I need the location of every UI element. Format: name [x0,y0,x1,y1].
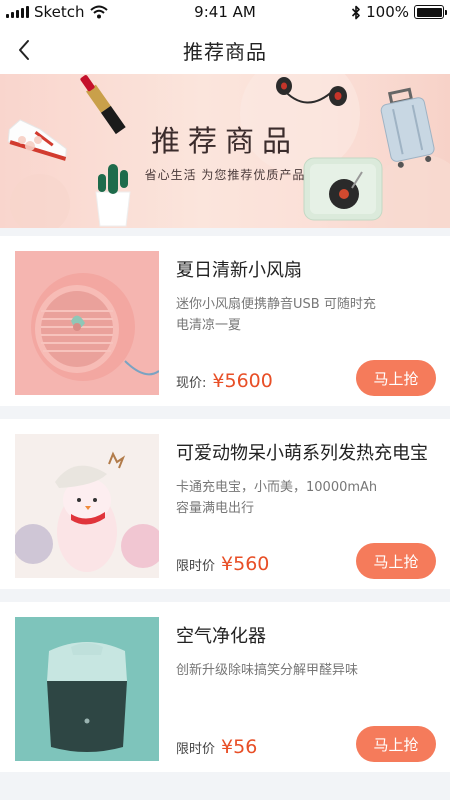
battery-icon [414,5,447,19]
status-right: 100% [351,3,447,21]
buy-now-button[interactable]: 马上抢 [356,726,436,762]
promo-banner[interactable]: 推荐商品 省心生活 为您推荐优质产品 [0,74,450,228]
price-label: 限时价 [176,742,216,757]
bluetooth-icon [352,5,360,19]
product-description: 创新升级除味搞笑分解甲醛异味 [176,663,359,678]
banner-subtitle: 省心生活 为您推荐优质产品 [144,168,306,182]
price-value: ¥56 [221,736,258,758]
product-description: 卡通充电宝，小而美，10000mAh 容量满电出行 [176,480,378,516]
status-bar: Sketch 9:41 AM 100% [0,0,450,26]
price-label: 现价: [176,376,207,391]
chevron-left-icon [19,40,29,60]
product-image[interactable] [15,617,159,761]
page-title: 推荐商品 [183,39,267,64]
banner-title: 推荐商品 [150,124,299,158]
buy-now-button[interactable]: 马上抢 [356,543,436,579]
product-card[interactable]: 夏日清新小风扇 迷你小风扇便携静音USB 可随时充电清凉一夏 现价: ¥5600… [0,236,450,406]
price-label: 限时价 [176,559,216,574]
product-image[interactable] [15,434,159,578]
price-row: 现价: ¥5600 [176,370,273,392]
buy-now-button[interactable]: 马上抢 [356,360,436,396]
price-value: ¥560 [221,553,270,575]
battery-percent: 100% [366,3,409,21]
product-name: 夏日清新小风扇 [176,260,302,281]
price-row: 限时价 ¥560 [176,553,269,575]
product-description: 迷你小风扇便携静音USB 可随时充电清凉一夏 [176,297,376,333]
price-row: 限时价 ¥56 [176,736,257,758]
back-button[interactable] [8,34,40,66]
product-image[interactable] [15,251,159,395]
product-card[interactable]: 空气净化器 创新升级除味搞笑分解甲醛异味 限时价 ¥56 马上抢 [0,602,450,772]
nav-bar: 推荐商品 [0,26,450,74]
price-value: ¥5600 [212,370,273,392]
product-card[interactable]: 可爱动物呆小萌系列发热充电宝 卡通充电宝，小而美，10000mAh 容量满电出行… [0,419,450,589]
product-name: 空气净化器 [176,626,266,647]
product-name: 可爱动物呆小萌系列发热充电宝 [176,443,428,464]
